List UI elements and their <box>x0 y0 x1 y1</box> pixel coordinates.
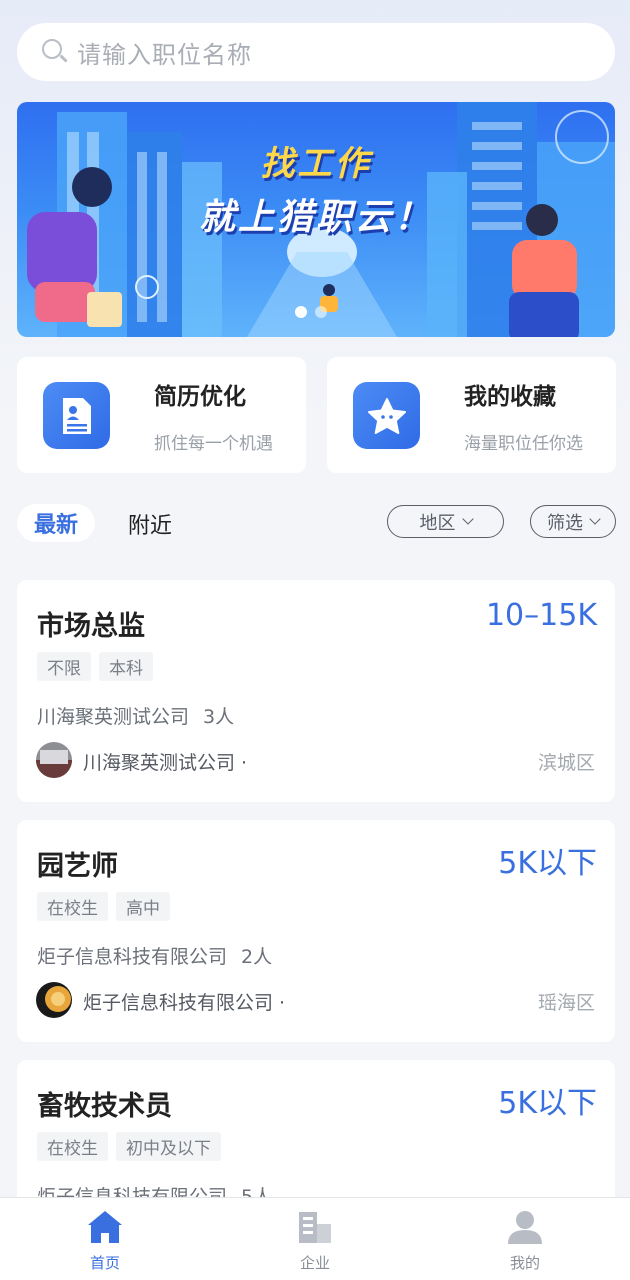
job-tag: 在校生 <box>37 892 108 921</box>
feature-subtitle: 抓住每一个机遇 <box>154 434 273 454</box>
job-salary: 5K以下 <box>498 846 597 881</box>
job-company-line: 川海聚英测试公司 3人 <box>37 702 234 729</box>
resume-document-icon <box>43 382 110 449</box>
nav-home[interactable]: 首页 <box>45 1198 165 1280</box>
job-card[interactable]: 市场总监 10–15K 不限 本科 川海聚英测试公司 3人 川海聚英测试公司 · … <box>17 580 615 802</box>
job-publisher: 川海聚英测试公司 · <box>83 752 248 774</box>
job-tags: 在校生 高中 <box>37 892 170 921</box>
screen-filter-button[interactable]: 筛选 <box>530 505 616 538</box>
job-publisher: 炬子信息科技有限公司 · <box>83 992 286 1014</box>
search-bar[interactable]: 请输入职位名称 <box>17 23 615 81</box>
search-input[interactable]: 请输入职位名称 <box>77 35 252 70</box>
user-icon <box>508 1211 542 1244</box>
resume-optimize-card[interactable]: 简历优化 抓住每一个机遇 <box>17 357 306 473</box>
job-company: 川海聚英测试公司 <box>37 706 190 728</box>
nav-company[interactable]: 企业 <box>255 1198 375 1280</box>
banner-subheadline: 就上猎职云！ <box>198 197 433 238</box>
region-filter-label: 地区 <box>419 512 456 534</box>
job-salary: 5K以下 <box>498 1086 597 1121</box>
promo-banner[interactable]: 找工作 就上猎职云！ <box>17 102 615 337</box>
company-avatar <box>36 982 72 1018</box>
job-company-line: 炬子信息科技有限公司 2人 <box>37 942 272 969</box>
nav-mine[interactable]: 我的 <box>465 1198 585 1280</box>
chevron-down-icon <box>589 513 601 525</box>
feature-title: 我的收藏 <box>464 384 556 410</box>
tab-latest[interactable]: 最新 <box>17 504 95 542</box>
feature-title: 简历优化 <box>154 384 246 410</box>
region-filter-button[interactable]: 地区 <box>387 505 504 538</box>
job-tag: 初中及以下 <box>116 1132 221 1161</box>
job-tags: 在校生 初中及以下 <box>37 1132 221 1161</box>
carousel-dot[interactable] <box>315 306 327 318</box>
chevron-down-icon <box>461 513 474 525</box>
tab-nearby[interactable]: 附近 <box>128 508 172 540</box>
job-tag: 不限 <box>37 652 91 681</box>
job-tag: 在校生 <box>37 1132 108 1161</box>
my-favorites-card[interactable]: 我的收藏 海量职位任你选 <box>327 357 616 473</box>
nav-company-label: 企业 <box>299 1254 330 1272</box>
job-district: 瑶海区 <box>537 992 595 1014</box>
banner-headline: 找工作 <box>260 144 372 184</box>
job-district: 滨城区 <box>537 752 595 774</box>
screen-filter-label: 筛选 <box>547 512 583 534</box>
carousel-dot-active[interactable] <box>295 306 307 318</box>
job-headcount: 3人 <box>203 706 235 728</box>
nav-home-label: 首页 <box>89 1254 120 1272</box>
carousel-indicator <box>295 306 327 318</box>
job-tag: 高中 <box>116 892 170 921</box>
job-tag: 本科 <box>99 652 153 681</box>
feature-subtitle: 海量职位任你选 <box>464 434 583 454</box>
building-icon <box>299 1212 331 1243</box>
job-title: 园艺师 <box>37 851 118 882</box>
job-card[interactable]: 园艺师 5K以下 在校生 高中 炬子信息科技有限公司 2人 炬子信息科技有限公司 … <box>17 820 615 1042</box>
job-title: 畜牧技术员 <box>37 1091 172 1122</box>
company-avatar <box>36 742 72 778</box>
bottom-navigation: 首页 企业 我的 <box>0 1197 630 1280</box>
search-icon <box>41 38 69 66</box>
job-title: 市场总监 <box>37 611 145 642</box>
job-headcount: 2人 <box>241 946 273 968</box>
star-icon <box>353 382 420 449</box>
job-salary: 10–15K <box>485 598 597 633</box>
job-company: 炬子信息科技有限公司 <box>37 946 228 968</box>
home-icon <box>88 1211 122 1243</box>
job-tags: 不限 本科 <box>37 652 153 681</box>
nav-mine-label: 我的 <box>509 1254 540 1272</box>
